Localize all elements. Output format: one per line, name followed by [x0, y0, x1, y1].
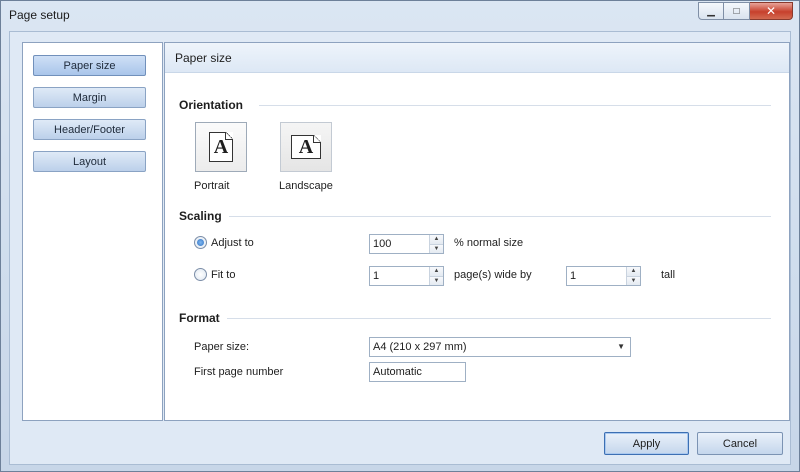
- fit-wide-value: 1: [373, 270, 380, 282]
- close-button[interactable]: ✕: [750, 2, 793, 20]
- panel-header: Paper size: [165, 43, 789, 73]
- orientation-divider: [259, 105, 771, 106]
- page-setup-dialog: Page setup ▁ □ ✕ Paper size Margin Heade…: [0, 0, 800, 472]
- sidebar-item-label: Header/Footer: [54, 123, 125, 136]
- fit-tall-spin-buttons[interactable]: ▲ ▼: [626, 267, 640, 285]
- window-controls: ▁ □ ✕: [698, 2, 793, 20]
- adjust-to-stepper[interactable]: 100 ▲ ▼: [369, 234, 444, 254]
- adjust-to-suffix: % normal size: [454, 237, 524, 249]
- adjust-to-label: Adjust to: [211, 236, 254, 249]
- landscape-button[interactable]: A: [280, 122, 332, 172]
- panel-title: Paper size: [175, 51, 232, 65]
- sidebar-item-label: Paper size: [63, 59, 116, 72]
- window-title: Page setup: [9, 8, 70, 22]
- scaling-heading: Scaling: [179, 209, 222, 223]
- sidebar-item-paper-size[interactable]: Paper size: [33, 55, 146, 76]
- paper-size-value: A4 (210 x 297 mm): [373, 341, 467, 353]
- cancel-button-label: Cancel: [722, 437, 758, 450]
- maximize-button[interactable]: □: [724, 2, 750, 20]
- title-bar[interactable]: Page setup ▁ □ ✕: [1, 1, 799, 30]
- fit-wide-spin-buttons[interactable]: ▲ ▼: [429, 267, 443, 285]
- cancel-button[interactable]: Cancel: [697, 432, 783, 455]
- close-icon: ✕: [765, 4, 777, 18]
- spin-down-icon[interactable]: ▼: [430, 243, 443, 253]
- spin-down-icon[interactable]: ▼: [430, 275, 443, 285]
- dialog-client-area: Paper size Margin Header/Footer Layout P…: [9, 31, 791, 465]
- minimize-icon: ▁: [707, 5, 715, 17]
- format-heading: Format: [179, 311, 220, 325]
- sidebar: Paper size Margin Header/Footer Layout: [22, 42, 163, 421]
- spin-up-icon[interactable]: ▲: [430, 235, 443, 244]
- orientation-heading: Orientation: [179, 98, 244, 112]
- scaling-divider: [229, 216, 771, 217]
- portrait-label: Portrait: [194, 180, 230, 192]
- fit-to-option[interactable]: Fit to: [194, 268, 235, 281]
- maximize-icon: □: [733, 5, 740, 17]
- apply-button-label: Apply: [632, 437, 661, 450]
- first-page-number-value: Automatic: [373, 366, 422, 378]
- adjust-to-option[interactable]: Adjust to: [194, 236, 254, 249]
- landscape-page-icon: A: [291, 135, 321, 159]
- landscape-glyph: A: [298, 135, 314, 158]
- fit-tall-stepper[interactable]: 1 ▲ ▼: [566, 266, 641, 286]
- adjust-to-value: 100: [373, 238, 392, 250]
- adjust-to-radio[interactable]: [194, 236, 207, 249]
- minimize-button[interactable]: ▁: [698, 2, 724, 20]
- fit-wide-suffix: page(s) wide by: [454, 269, 532, 281]
- paper-size-label: Paper size:: [194, 341, 250, 353]
- paper-size-select[interactable]: A4 (210 x 297 mm) ▼: [369, 337, 631, 357]
- sidebar-item-label: Layout: [72, 155, 107, 168]
- sidebar-item-margin[interactable]: Margin: [33, 87, 146, 108]
- fit-tall-value: 1: [570, 270, 577, 282]
- chevron-down-icon[interactable]: ▼: [617, 342, 625, 351]
- fit-tall-suffix: tall: [661, 269, 676, 281]
- spin-up-icon[interactable]: ▲: [430, 267, 443, 276]
- portrait-glyph: A: [213, 135, 229, 158]
- spin-down-icon[interactable]: ▼: [627, 275, 640, 285]
- sidebar-item-label: Margin: [72, 91, 107, 104]
- portrait-page-icon: A: [209, 132, 233, 162]
- fit-to-label: Fit to: [211, 268, 236, 281]
- adjust-to-spin-buttons[interactable]: ▲ ▼: [429, 235, 443, 253]
- apply-button[interactable]: Apply: [604, 432, 689, 455]
- first-page-number-field[interactable]: Automatic: [369, 362, 466, 382]
- first-page-number-label: First page number: [194, 366, 284, 378]
- landscape-label: Landscape: [279, 180, 333, 192]
- fit-to-radio[interactable]: [194, 268, 207, 281]
- sidebar-item-layout[interactable]: Layout: [33, 151, 146, 172]
- portrait-button[interactable]: A: [195, 122, 247, 172]
- spin-up-icon[interactable]: ▲: [627, 267, 640, 276]
- sidebar-item-header-footer[interactable]: Header/Footer: [33, 119, 146, 140]
- fit-wide-stepper[interactable]: 1 ▲ ▼: [369, 266, 444, 286]
- format-divider: [227, 318, 771, 319]
- settings-panel: Paper size Orientation A Portrait A Land…: [164, 42, 790, 421]
